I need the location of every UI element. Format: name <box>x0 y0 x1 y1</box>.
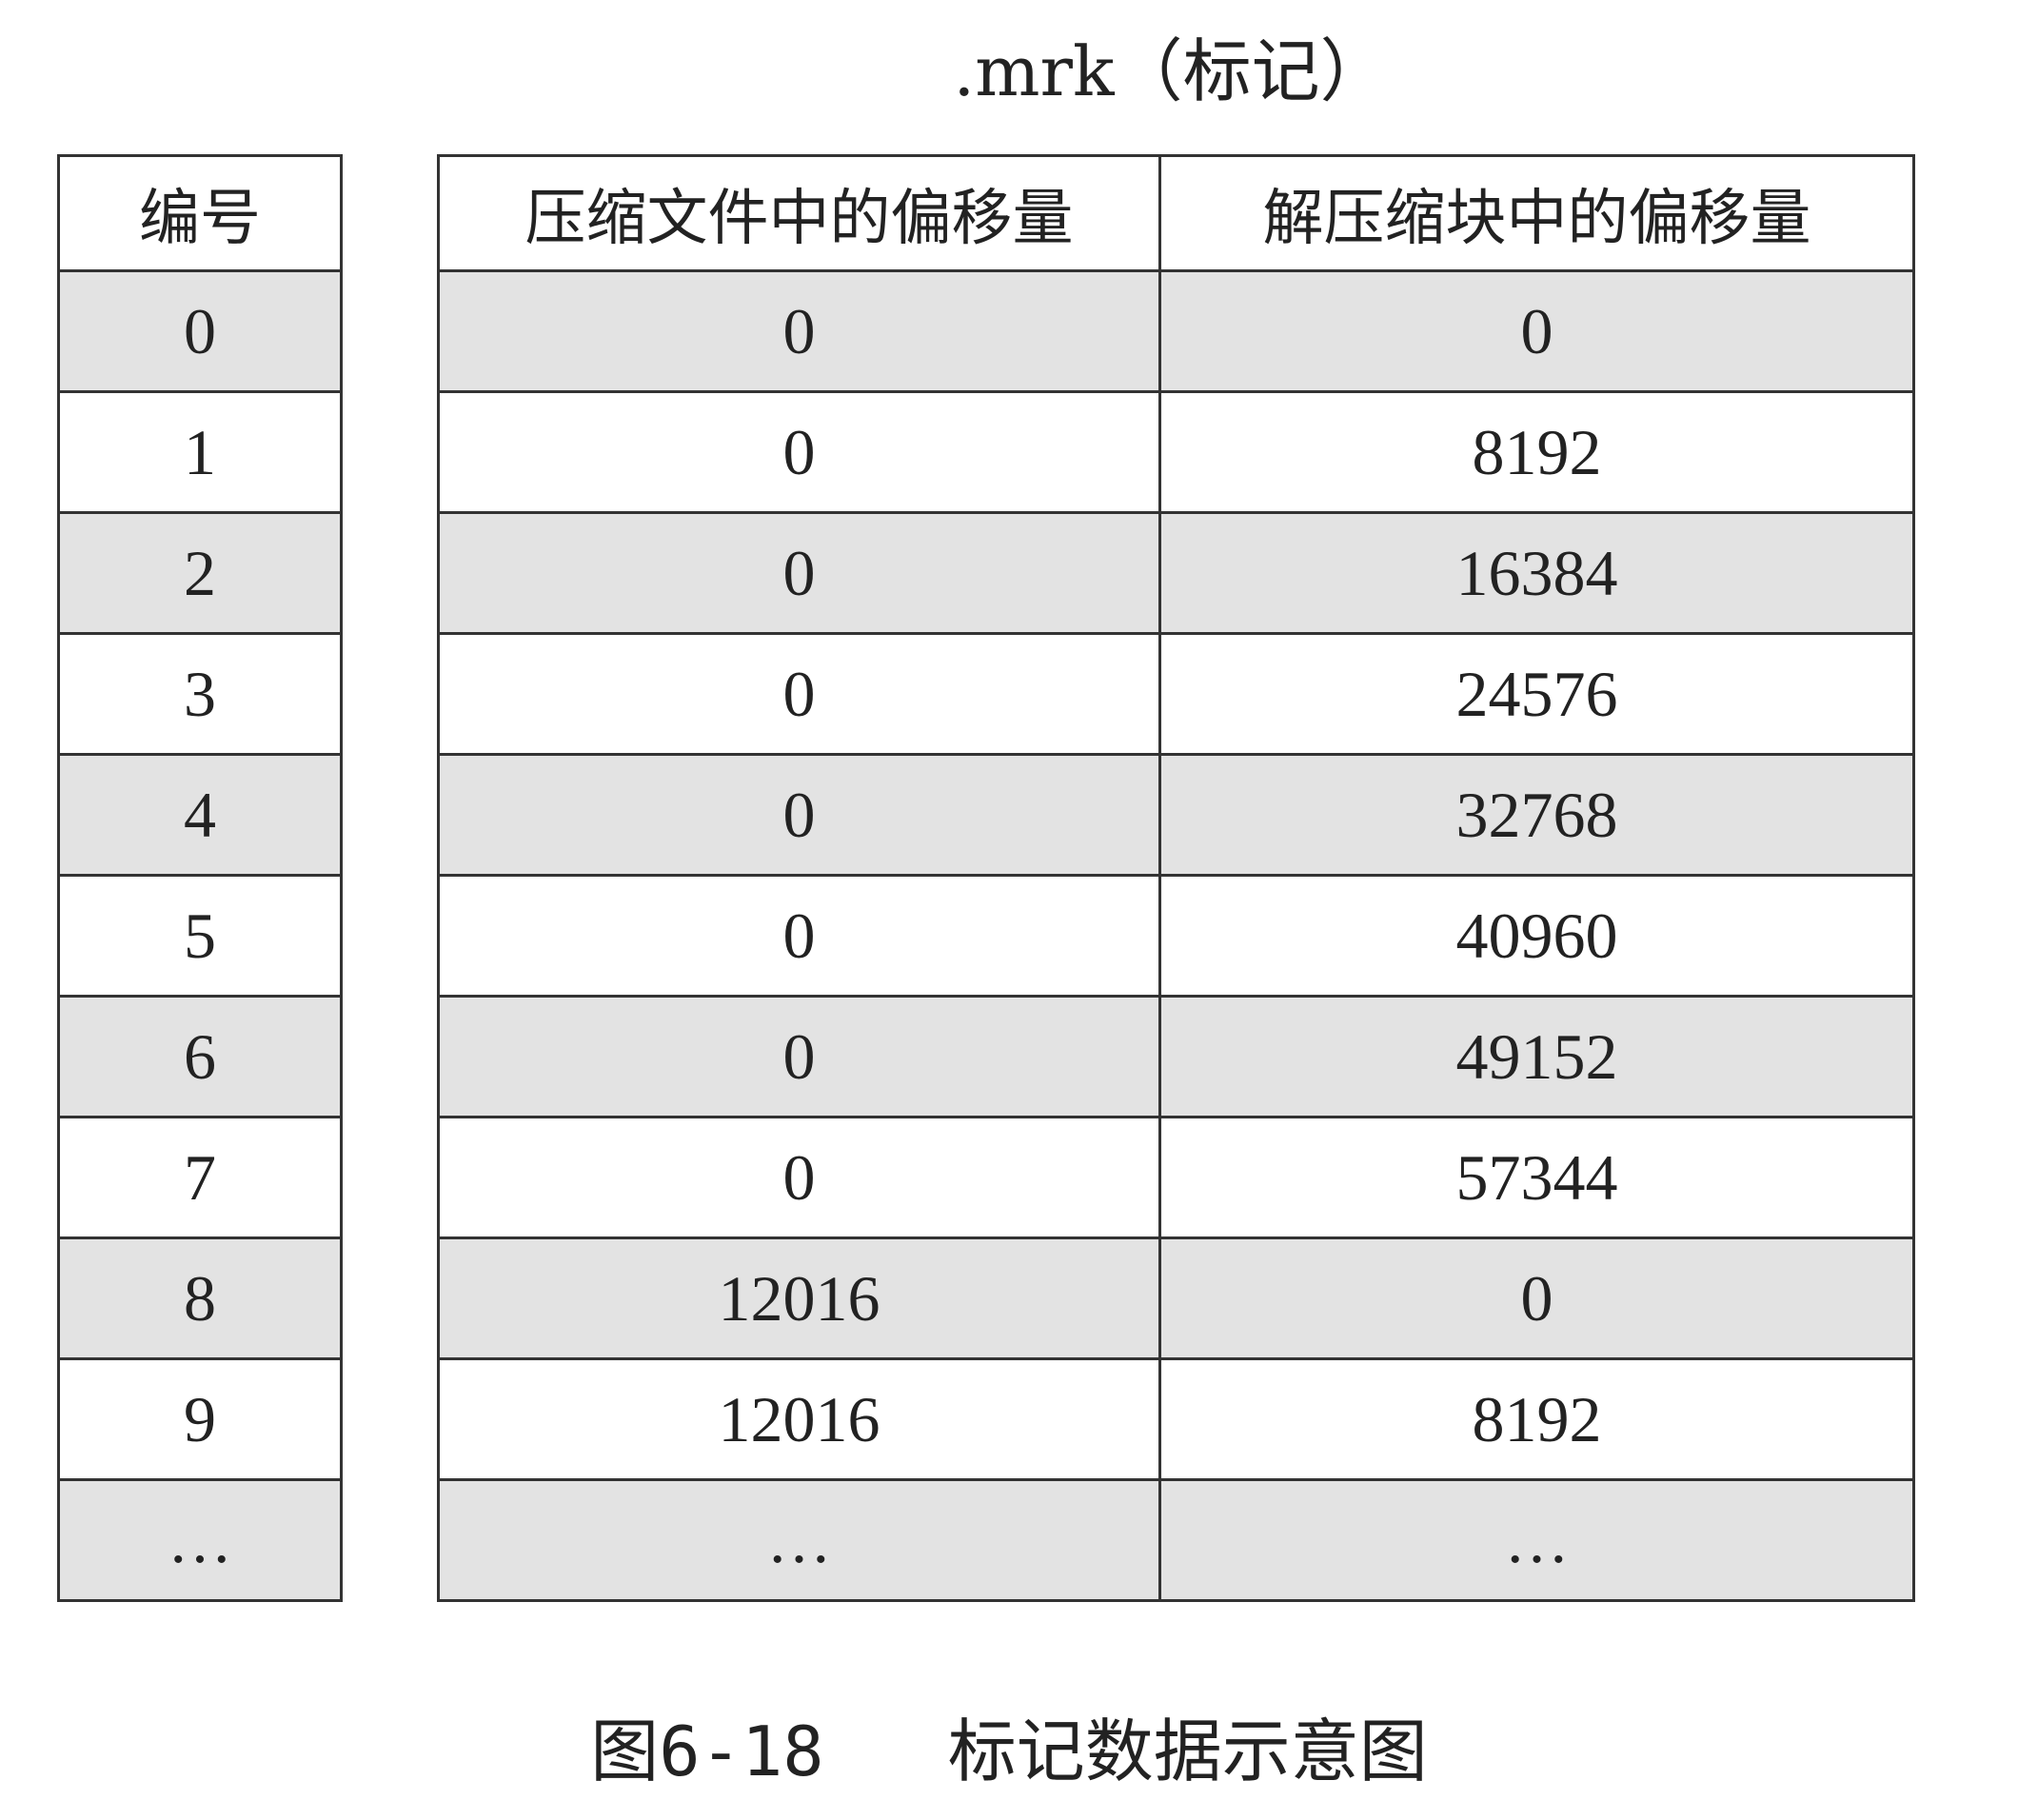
decompressed-offset-cell: 8192 <box>1158 390 1915 514</box>
compressed-offset-cell: 0 <box>437 390 1161 514</box>
index-row: 5 <box>57 874 343 998</box>
index-cell: 9 <box>57 1357 343 1481</box>
mrk-row: 0 32768 <box>437 753 1915 877</box>
index-cell: 2 <box>57 511 343 635</box>
index-row: … <box>57 1478 343 1602</box>
mrk-row: 0 24576 <box>437 632 1915 756</box>
compressed-offset-cell: 0 <box>437 632 1161 756</box>
decompressed-offset-cell: 32768 <box>1158 753 1915 877</box>
mrk-row: 12016 8192 <box>437 1357 1915 1481</box>
index-cell: 7 <box>57 1116 343 1239</box>
index-cell: 6 <box>57 995 343 1118</box>
index-row: 2 <box>57 511 343 635</box>
index-row: 1 <box>57 390 343 514</box>
compressed-offset-cell: 0 <box>437 874 1161 998</box>
index-row: 7 <box>57 1116 343 1239</box>
mrk-row: 0 57344 <box>437 1116 1915 1239</box>
compressed-offset-cell: 12016 <box>437 1357 1161 1481</box>
figure-number: 图6-18 <box>590 1711 824 1791</box>
mrk-row: 0 40960 <box>437 874 1915 998</box>
mrk-row: 12016 0 <box>437 1236 1915 1360</box>
index-cell: 4 <box>57 753 343 877</box>
index-row: 3 <box>57 632 343 756</box>
index-cell: 0 <box>57 269 343 393</box>
index-cell: 8 <box>57 1236 343 1360</box>
mrk-table: 压缩文件中的偏移量 解压缩块中的偏移量 0 0 0 8192 0 16384 0… <box>437 154 1915 1602</box>
mrk-row: 0 16384 <box>437 511 1915 635</box>
compressed-offset-cell: 0 <box>437 753 1161 877</box>
index-cell: … <box>57 1478 343 1602</box>
index-cell: 1 <box>57 390 343 514</box>
decompressed-offset-cell: 8192 <box>1158 1357 1915 1481</box>
mrk-row: 0 0 <box>437 269 1915 393</box>
index-table: 编号 0 1 2 3 4 5 6 7 8 9 … <box>57 154 343 1602</box>
decompressed-offset-cell: 49152 <box>1158 995 1915 1118</box>
figure-caption-text: 标记数据示意图 <box>947 1711 1428 1791</box>
decompressed-offset-cell: 40960 <box>1158 874 1915 998</box>
index-row: 8 <box>57 1236 343 1360</box>
mrk-row: … … <box>437 1478 1915 1602</box>
decompressed-offset-cell: … <box>1158 1478 1915 1602</box>
decompressed-offset-cell: 0 <box>1158 269 1915 393</box>
figure-caption: 图6-18 标记数据示意图 <box>0 1699 2018 1804</box>
decompressed-offset-cell: 24576 <box>1158 632 1915 756</box>
decompressed-offset-cell: 57344 <box>1158 1116 1915 1239</box>
diagram-title: .mrk（标记） <box>953 31 1389 111</box>
index-row: 6 <box>57 995 343 1118</box>
index-row: 9 <box>57 1357 343 1481</box>
mrk-row: 0 8192 <box>437 390 1915 514</box>
index-cell: 3 <box>57 632 343 756</box>
index-cell: 5 <box>57 874 343 998</box>
index-row: 4 <box>57 753 343 877</box>
compressed-offset-cell: 0 <box>437 1116 1161 1239</box>
compressed-offset-cell: 12016 <box>437 1236 1161 1360</box>
index-header: 编号 <box>57 154 343 272</box>
compressed-offset-cell: 0 <box>437 269 1161 393</box>
compressed-offset-cell: 0 <box>437 995 1161 1118</box>
decompressed-offset-header: 解压缩块中的偏移量 <box>1158 154 1915 272</box>
mrk-row: 0 49152 <box>437 995 1915 1118</box>
decompressed-offset-cell: 16384 <box>1158 511 1915 635</box>
compressed-offset-cell: 0 <box>437 511 1161 635</box>
compressed-offset-cell: … <box>437 1478 1161 1602</box>
decompressed-offset-cell: 0 <box>1158 1236 1915 1360</box>
index-row: 0 <box>57 269 343 393</box>
compressed-offset-header: 压缩文件中的偏移量 <box>437 154 1161 272</box>
